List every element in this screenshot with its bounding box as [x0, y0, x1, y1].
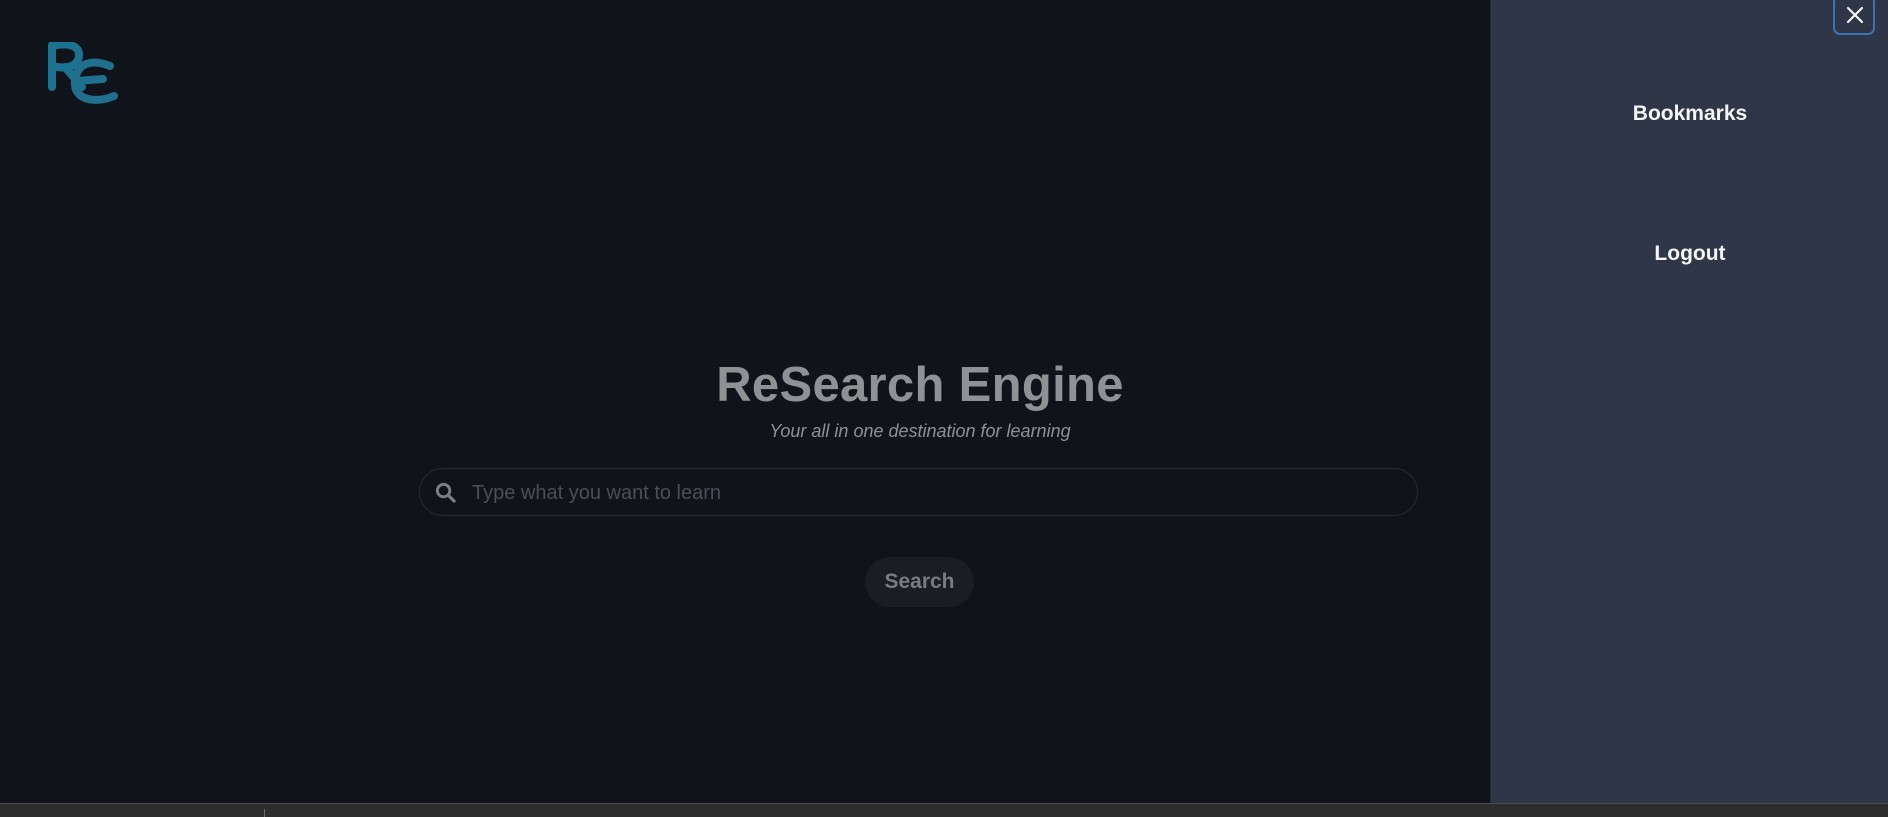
close-sidebar-button[interactable] — [1833, 0, 1875, 35]
search-box[interactable] — [419, 468, 1418, 516]
main-content: ReSearch Engine Your all in one destinat… — [0, 0, 1490, 803]
sidebar-menu: Bookmarks Logout — [1490, 0, 1888, 803]
taskbar — [0, 803, 1888, 817]
search-button[interactable]: Search — [865, 557, 974, 607]
search-icon — [435, 482, 456, 503]
sidebar-item-logout[interactable]: Logout — [1491, 240, 1888, 268]
sidebar-item-bookmarks[interactable]: Bookmarks — [1491, 100, 1888, 128]
search-input[interactable] — [470, 477, 1394, 509]
research-engine-app: ReSearch Engine Your all in one destinat… — [0, 0, 1888, 817]
close-icon — [1846, 6, 1864, 24]
research-engine-logo — [48, 42, 118, 104]
taskbar-divider — [264, 809, 265, 817]
